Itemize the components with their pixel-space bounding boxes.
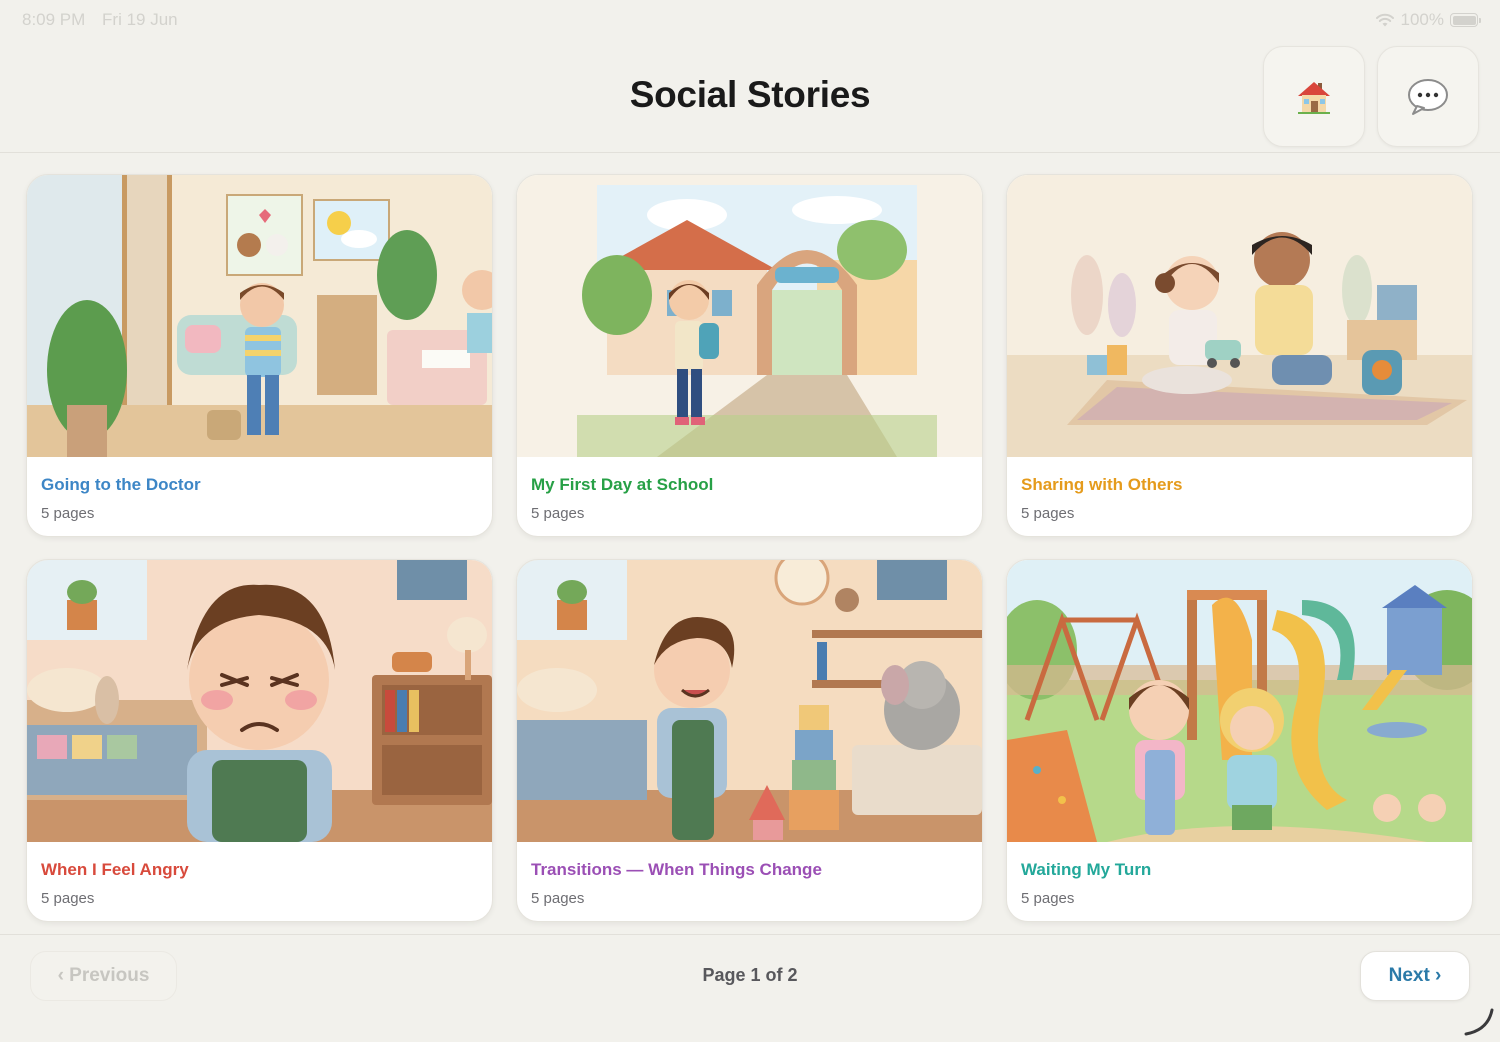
status-date: Fri 19 Jun	[102, 10, 178, 29]
story-title: My First Day at School	[531, 475, 714, 494]
page-indicator: Page 1 of 2	[702, 965, 798, 985]
story-card-going-to-the-doctor[interactable]: Going to the Doctor 5 pages	[26, 174, 493, 537]
story-title: Waiting My Turn	[1021, 860, 1152, 879]
story-thumbnail	[517, 560, 982, 842]
playground-illustration	[1007, 560, 1472, 842]
story-card-when-i-feel-angry[interactable]: When I Feel Angry 5 pages	[26, 559, 493, 922]
story-card-waiting-my-turn[interactable]: Waiting My Turn 5 pages	[1006, 559, 1473, 922]
speech-bubble-icon	[1408, 78, 1448, 115]
chat-button[interactable]	[1377, 46, 1479, 147]
story-thumbnail	[27, 175, 492, 457]
pagination-bar: ‹ Previous Page 1 of 2 Next ›	[0, 934, 1500, 1042]
story-title: Sharing with Others	[1021, 475, 1183, 494]
school-gate-illustration	[517, 175, 982, 457]
status-time: 8:09 PM	[22, 10, 86, 29]
story-page-count: 5 pages	[1021, 890, 1075, 907]
story-grid: Going to the Doctor 5 pages My First Day…	[26, 174, 1474, 922]
next-page-button[interactable]: Next ›	[1360, 951, 1470, 1001]
story-page-count: 5 pages	[1021, 505, 1075, 522]
story-page-count: 5 pages	[531, 505, 585, 522]
story-title: Transitions — When Things Change	[531, 860, 822, 879]
child-building-blocks-illustration	[517, 560, 982, 842]
status-left: 8:09 PM Fri 19 Jun	[22, 10, 190, 30]
home-button[interactable]	[1263, 46, 1365, 147]
story-page-count: 5 pages	[41, 505, 95, 522]
story-thumbnail	[1007, 560, 1472, 842]
house-icon	[1298, 81, 1330, 114]
battery-icon	[1450, 13, 1481, 27]
status-right: 100%	[1375, 10, 1481, 30]
story-page-count: 5 pages	[41, 890, 95, 907]
battery-percent: 100%	[1400, 10, 1444, 29]
status-bar: 8:09 PM Fri 19 Jun 100%	[0, 0, 1500, 40]
story-card-my-first-day-at-school[interactable]: My First Day at School 5 pages	[516, 174, 983, 537]
story-card-sharing-with-others[interactable]: Sharing with Others 5 pages	[1006, 174, 1473, 537]
resize-handle-icon[interactable]	[1462, 1006, 1496, 1036]
angry-child-bedroom-illustration	[27, 560, 492, 842]
header: Social Stories	[0, 40, 1500, 153]
story-thumbnail	[27, 560, 492, 842]
wifi-icon	[1375, 13, 1394, 27]
doctor-waiting-room-illustration	[27, 175, 492, 457]
story-page-count: 5 pages	[531, 890, 585, 907]
story-title: When I Feel Angry	[41, 860, 189, 879]
story-card-transitions[interactable]: Transitions — When Things Change 5 pages	[516, 559, 983, 922]
children-sharing-toy-illustration	[1007, 175, 1472, 457]
story-title: Going to the Doctor	[41, 475, 201, 494]
story-thumbnail	[517, 175, 982, 457]
story-thumbnail	[1007, 175, 1472, 457]
